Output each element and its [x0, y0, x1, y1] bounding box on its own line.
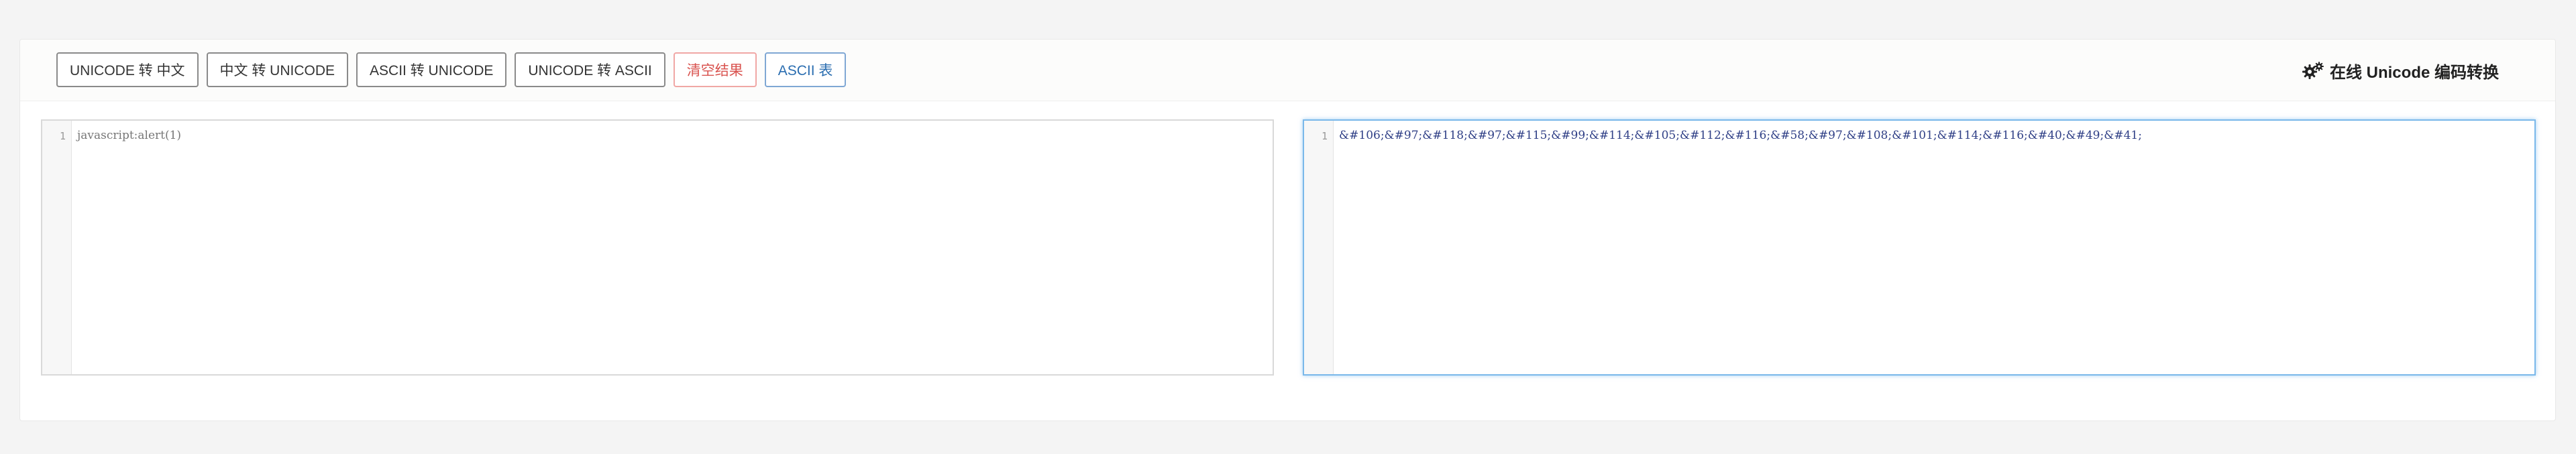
ascii-table-button[interactable]: ASCII 表: [764, 52, 847, 87]
panel-title: 在线 Unicode 编码转换: [2302, 58, 2499, 82]
panel-heading: UNICODE 转 中文 中文 转 UNICODE ASCII 转 UNICOD…: [20, 40, 2555, 101]
chinese-to-unicode-button[interactable]: 中文 转 UNICODE: [206, 52, 349, 87]
output-editor-gutter: 1: [1304, 121, 1334, 374]
clear-result-button[interactable]: 清空结果: [673, 52, 757, 87]
toolbar: UNICODE 转 中文 中文 转 UNICODE ASCII 转 UNICOD…: [56, 52, 847, 87]
ascii-to-unicode-button[interactable]: ASCII 转 UNICODE: [356, 52, 507, 87]
output-code-line[interactable]: &#106;&#97;&#118;&#97;&#115;&#99;&#114;&…: [1339, 129, 2142, 142]
unicode-to-chinese-button[interactable]: UNICODE 转 中文: [56, 52, 199, 87]
output-editor[interactable]: 1 &#106;&#97;&#118;&#97;&#115;&#99;&#114…: [1303, 119, 2536, 376]
gears-icon: [2302, 60, 2324, 80]
input-code-line[interactable]: javascript:alert(1): [77, 129, 181, 142]
input-editor[interactable]: 1 javascript:alert(1): [41, 119, 1274, 376]
input-editor-gutter: 1: [42, 121, 72, 374]
line-number: 1: [59, 130, 66, 142]
unicode-to-ascii-button[interactable]: UNICODE 转 ASCII: [515, 52, 665, 87]
panel-title-text: 在线 Unicode 编码转换: [2329, 63, 2499, 82]
line-number: 1: [1321, 130, 1328, 142]
converter-panel: UNICODE 转 中文 中文 转 UNICODE ASCII 转 UNICOD…: [19, 39, 2556, 421]
